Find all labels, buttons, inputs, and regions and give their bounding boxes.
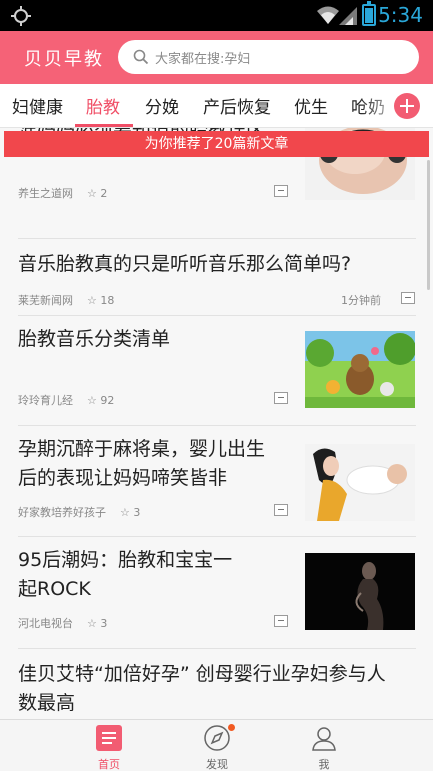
article-title: 音乐胎教真的只是听听音乐那么简单吗? <box>18 253 352 275</box>
star-icon: ☆ <box>87 617 101 630</box>
list-item[interactable]: 佳贝艾特“加倍好孕” 创母婴行业孕妇参与人 数最高 <box>18 660 416 719</box>
collapse-icon[interactable] <box>274 615 288 627</box>
category-tabs: 妇健康 胎教 分娩 产后恢复 优生 呛奶 <box>0 84 433 128</box>
article-stars: 3 <box>100 617 108 630</box>
article-title-line1: 孕期沉醉于麻将桌，婴儿出生 <box>18 438 266 460</box>
nav-discover-label: 发现 <box>206 758 228 771</box>
article-source: 玲玲育儿经 <box>18 394 73 407</box>
article-source: 养生之道网 <box>18 187 73 200</box>
list-item[interactable]: 孕期沉醉于麻将桌，婴儿出生 后的表现让妈妈啼笑皆非 好家教培养好孩子 ☆ 3 <box>18 435 416 525</box>
article-time: 1分钟前 <box>341 294 381 307</box>
article-stars: 3 <box>133 506 141 519</box>
signal-icon <box>339 7 357 25</box>
article-title: 胎教音乐分类清单 <box>18 328 171 350</box>
star-icon: ☆ <box>87 394 101 407</box>
location-target-icon <box>11 6 31 26</box>
article-thumbnail <box>305 553 415 630</box>
collapse-icon[interactable] <box>274 504 288 516</box>
article-stars: 18 <box>100 294 115 307</box>
top-header: 贝贝早教 大家都在搜:孕妇 <box>0 31 433 84</box>
divider <box>18 238 416 239</box>
nav-me-label: 我 <box>318 758 330 771</box>
divider <box>18 315 416 316</box>
article-title-line1: 佳贝艾特“加倍好孕” 创母婴行业孕妇参与人 <box>18 663 386 685</box>
status-time: 5:34 <box>378 3 423 27</box>
article-feed: 准妈妈必须要知道的胎教误区 养生之道网☆ 2 音乐胎教真的只是听听音乐那么简单吗… <box>0 128 433 719</box>
battery-icon <box>362 1 376 26</box>
article-meta: 好家教培养好孩子 ☆ 3 <box>18 504 140 520</box>
list-item[interactable]: 音乐胎教真的只是听听音乐那么简单吗? 莱芜新闻网 ☆ 18 1分钟前 <box>18 248 416 316</box>
article-meta: 玲玲育儿经 ☆ 92 <box>18 392 114 408</box>
article-source: 莱芜新闻网 <box>18 294 73 307</box>
star-icon: ☆ <box>87 294 101 307</box>
search-input[interactable]: 大家都在搜:孕妇 <box>118 40 419 74</box>
article-stars: 92 <box>100 394 115 407</box>
star-icon: ☆ <box>87 187 101 200</box>
wifi-icon <box>317 6 339 24</box>
plus-circle-icon[interactable] <box>394 93 420 119</box>
article-title-line2: 后的表现让妈妈啼笑皆非 <box>18 467 228 489</box>
app-screen: 5:34 贝贝早教 大家都在搜:孕妇 妇健康 胎教 分娩 产后恢复 优生 呛奶 … <box>0 0 433 771</box>
nav-me[interactable]: 我 <box>284 720 364 771</box>
search-placeholder: 大家都在搜:孕妇 <box>155 52 251 67</box>
feed-scrollbar[interactable] <box>427 160 430 290</box>
notification-badge <box>228 724 235 731</box>
app-title: 贝贝早教 <box>24 49 104 70</box>
search-icon <box>133 49 149 65</box>
article-source: 河北电视台 <box>18 617 73 630</box>
article-source: 好家教培养好孩子 <box>18 506 106 519</box>
nav-home-label: 首页 <box>98 758 120 771</box>
article-meta: 河北电视台 ☆ 3 <box>18 615 107 631</box>
bottom-nav: 首页 发现 我 <box>0 719 433 771</box>
divider <box>18 648 416 649</box>
tab-childbirth[interactable]: 分娩 <box>145 93 179 118</box>
tab-maternal-health[interactable]: 妇健康 <box>12 93 63 118</box>
tab-prenatal-education[interactable]: 胎教 <box>86 93 120 118</box>
divider <box>18 425 416 426</box>
collapse-icon[interactable] <box>401 292 415 304</box>
new-articles-toast: 为你推荐了20篇新文章 <box>4 131 429 157</box>
article-meta: 莱芜新闻网 ☆ 18 <box>18 292 114 308</box>
article-title-line2: 数最高 <box>18 692 76 714</box>
nav-discover[interactable]: 发现 <box>177 720 257 771</box>
article-title-line2: 起ROCK <box>18 578 91 600</box>
tab-eugenics[interactable]: 优生 <box>294 93 328 118</box>
article-title-line1: 95后潮妈：胎教和宝宝一 <box>18 549 233 571</box>
collapse-icon[interactable] <box>274 392 288 404</box>
home-list-icon <box>96 725 122 751</box>
article-meta: 养生之道网 ☆ 2 <box>18 185 107 201</box>
compass-icon <box>204 725 230 751</box>
list-item[interactable]: 胎教音乐分类清单 玲玲育儿经 ☆ 92 <box>18 325 416 415</box>
nav-home[interactable]: 首页 <box>69 720 149 771</box>
divider <box>18 536 416 537</box>
article-thumbnail <box>305 444 415 521</box>
list-item[interactable]: 95后潮妈：胎教和宝宝一 起ROCK 河北电视台 ☆ 3 <box>18 546 416 636</box>
star-icon: ☆ <box>120 506 134 519</box>
active-tab-indicator <box>75 124 133 127</box>
status-bar: 5:34 <box>0 0 433 31</box>
article-thumbnail <box>305 331 415 408</box>
person-icon <box>312 727 336 751</box>
collapse-icon[interactable] <box>274 185 288 197</box>
tab-postpartum-recovery[interactable]: 产后恢复 <box>203 93 271 118</box>
article-stars: 2 <box>100 187 108 200</box>
